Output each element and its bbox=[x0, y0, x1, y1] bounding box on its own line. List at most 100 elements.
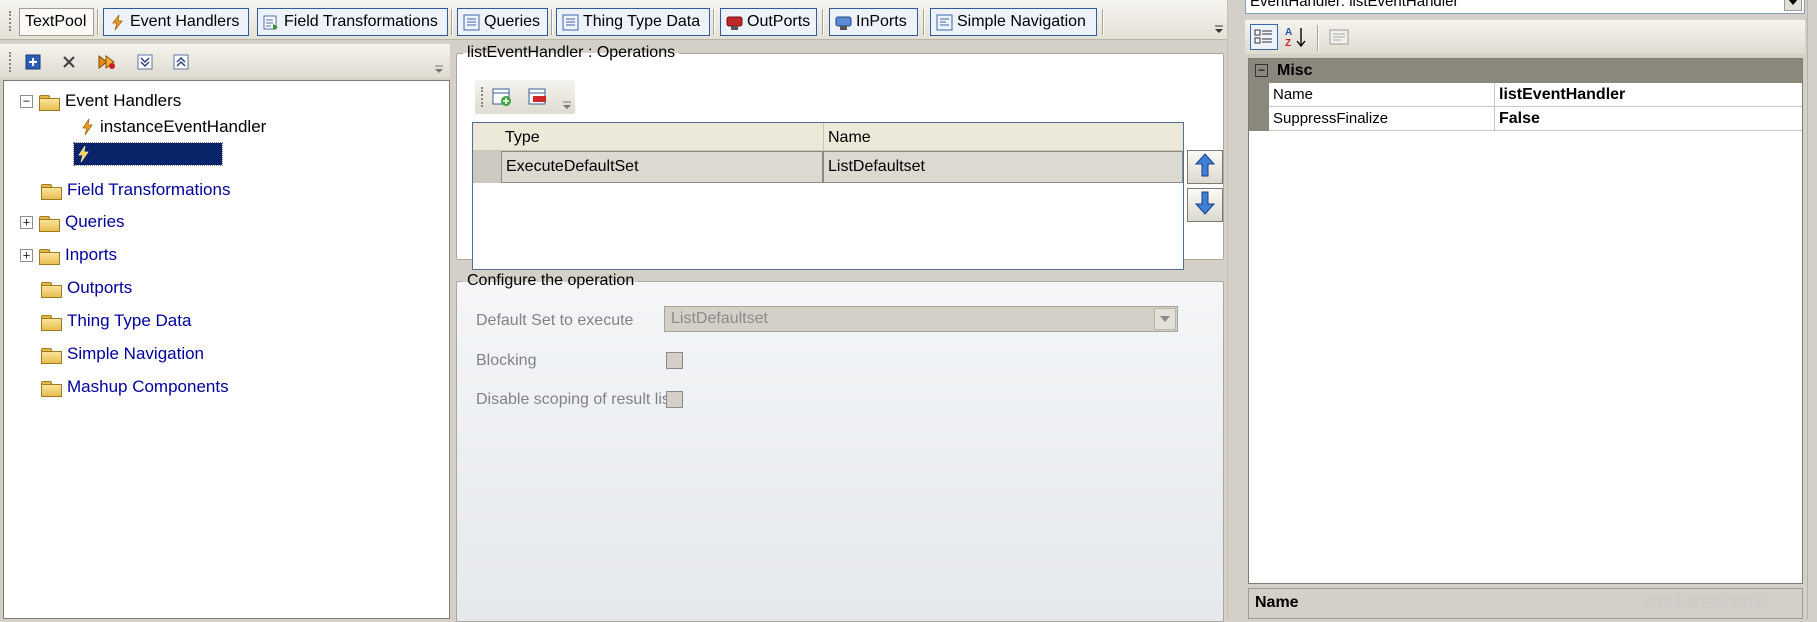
remove-operation-icon[interactable] bbox=[527, 86, 549, 108]
tree-node-instance-event-handler[interactable]: instanceEventHandler bbox=[80, 115, 266, 139]
property-row-suppress-finalize[interactable]: SuppressFinalize False bbox=[1249, 107, 1802, 131]
tree-node-mashup-components[interactable]: Mashup Components bbox=[41, 375, 229, 399]
run-icon[interactable] bbox=[96, 51, 118, 73]
toolbar-separator bbox=[1317, 25, 1319, 51]
toolbar-grip[interactable] bbox=[9, 52, 12, 72]
chevron-down-icon[interactable] bbox=[1154, 308, 1176, 330]
cell-name[interactable]: ListDefaultset bbox=[823, 151, 1183, 183]
outport-icon bbox=[726, 14, 743, 31]
disable-scoping-label: Disable scoping of result list bbox=[476, 391, 675, 408]
tab-inports[interactable]: InPorts bbox=[829, 8, 918, 36]
lightning-icon bbox=[109, 14, 126, 31]
folder-icon bbox=[41, 314, 62, 331]
move-up-button[interactable] bbox=[1187, 150, 1223, 184]
add-icon[interactable] bbox=[22, 51, 44, 73]
tree-node-queries[interactable]: + Queries bbox=[20, 210, 125, 234]
property-description-pane: Name @稀土掘金技术社区 bbox=[1248, 588, 1803, 619]
operations-toolbar bbox=[475, 80, 575, 114]
folder-icon bbox=[41, 380, 62, 397]
lightning-icon bbox=[80, 118, 94, 136]
column-header-type[interactable]: Type bbox=[501, 123, 821, 151]
configure-legend: Configure the operation bbox=[467, 272, 635, 289]
toolbar-separator bbox=[451, 9, 453, 35]
categorized-icon[interactable] bbox=[1250, 24, 1278, 50]
watermark: @稀土掘金技术社区 bbox=[1643, 594, 1770, 610]
table-row[interactable]: ExecuteDefaultSet ListDefaultset bbox=[473, 151, 1183, 183]
transform-icon bbox=[263, 14, 280, 31]
folder-icon bbox=[39, 248, 60, 265]
query-icon bbox=[463, 14, 480, 31]
lightning-icon bbox=[76, 145, 90, 163]
operations-table[interactable]: Type Name ExecuteDefaultSet ListDefaults… bbox=[472, 122, 1184, 270]
tree-node-event-handlers[interactable]: − Event Handlers bbox=[20, 89, 181, 113]
blocking-label: Blocking bbox=[476, 352, 537, 369]
cell-type[interactable]: ExecuteDefaultSet bbox=[501, 151, 823, 183]
tab-field-transformations[interactable]: Field Transformations bbox=[257, 8, 448, 36]
default-set-select[interactable]: ListDefaultset bbox=[664, 306, 1178, 332]
chevron-down-icon[interactable] bbox=[1784, 0, 1802, 11]
category-label: Misc bbox=[1277, 62, 1313, 79]
operations-legend: listEventHandler : Operations bbox=[467, 44, 676, 61]
tree-node-field-transformations[interactable]: Field Transformations bbox=[41, 178, 230, 202]
object-selector-combo[interactable]: EventHandler: listEventHandler bbox=[1245, 0, 1805, 14]
tree-view[interactable]: − Event Handlers instanceEventHandler li… bbox=[3, 80, 450, 619]
delete-icon[interactable] bbox=[58, 51, 80, 73]
row-margin bbox=[1249, 83, 1269, 107]
toolbar-separator bbox=[923, 9, 925, 35]
tree-node-label: Field Transformations bbox=[67, 180, 231, 199]
folder-icon bbox=[39, 215, 60, 232]
toolbar-grip[interactable] bbox=[9, 11, 12, 31]
property-panel: EventHandler: listEventHandler AZ − Misc… bbox=[1245, 0, 1817, 619]
tree-node-label: Simple Navigation bbox=[67, 344, 205, 363]
disable-scoping-checkbox[interactable] bbox=[666, 391, 683, 408]
property-pages-icon[interactable] bbox=[1325, 24, 1353, 50]
description-title: Name bbox=[1255, 594, 1299, 611]
tab-outports[interactable]: OutPorts bbox=[720, 8, 817, 36]
expand-toggle[interactable]: + bbox=[20, 215, 33, 229]
expand-toggle[interactable]: + bbox=[20, 248, 33, 262]
tree-node-thing-type-data[interactable]: Thing Type Data bbox=[41, 309, 191, 333]
tab-label: TextPool bbox=[25, 13, 87, 30]
blocking-checkbox[interactable] bbox=[666, 352, 683, 369]
collapse-toggle[interactable]: − bbox=[20, 94, 33, 108]
panel-splitter[interactable] bbox=[1227, 0, 1245, 619]
toolbar-separator bbox=[1102, 9, 1104, 35]
inport-icon bbox=[835, 14, 852, 31]
property-row-name[interactable]: Name listEventHandler bbox=[1249, 83, 1802, 107]
tab-simple-navigation[interactable]: Simple Navigation bbox=[930, 8, 1097, 36]
arrow-up-icon bbox=[1194, 152, 1216, 182]
tab-thing-type-data[interactable]: Thing Type Data bbox=[556, 8, 710, 36]
tree-node-outports[interactable]: Outports bbox=[41, 276, 132, 300]
toolbar-overflow-icon[interactable] bbox=[561, 98, 573, 110]
configure-operation-group: Configure the operation Default Set to e… bbox=[456, 272, 1224, 622]
toolbar-grip[interactable] bbox=[481, 87, 484, 107]
row-header[interactable] bbox=[473, 151, 501, 183]
property-value[interactable]: listEventHandler bbox=[1499, 83, 1799, 107]
tab-textpool[interactable]: TextPool bbox=[19, 8, 94, 36]
property-value[interactable]: False bbox=[1499, 107, 1799, 131]
default-set-value: ListDefaultset bbox=[671, 310, 768, 327]
property-grid[interactable]: − Misc Name listEventHandler SuppressFin… bbox=[1248, 58, 1803, 584]
toolbar-overflow-icon[interactable] bbox=[432, 62, 446, 76]
collapse-toggle[interactable]: − bbox=[1255, 64, 1268, 77]
property-name: Name bbox=[1273, 83, 1495, 107]
move-down-button[interactable] bbox=[1187, 188, 1223, 222]
top-toolbar: TextPool Event Handlers Field Transforma… bbox=[0, 0, 1234, 40]
tree-node-inports[interactable]: + Inports bbox=[20, 243, 117, 267]
tree-node-label: Inports bbox=[65, 245, 117, 264]
tree-node-simple-navigation[interactable]: Simple Navigation bbox=[41, 342, 204, 366]
alphabetical-sort-icon[interactable]: AZ bbox=[1282, 24, 1310, 50]
category-row-misc[interactable]: − Misc bbox=[1249, 59, 1802, 83]
column-header-name[interactable]: Name bbox=[823, 123, 1181, 151]
tab-event-handlers[interactable]: Event Handlers bbox=[103, 8, 249, 36]
operations-panel: listEventHandler : Operations Type Name … bbox=[451, 44, 1227, 622]
add-operation-icon[interactable] bbox=[491, 86, 513, 108]
toolbar-separator bbox=[713, 9, 715, 35]
svg-text:A: A bbox=[1285, 27, 1292, 38]
collapse-all-icon[interactable] bbox=[170, 51, 192, 73]
expand-all-icon[interactable] bbox=[134, 51, 156, 73]
tree-node-list-event-handler[interactable]: listEventHandler bbox=[73, 142, 223, 166]
tab-queries[interactable]: Queries bbox=[457, 8, 548, 36]
toolbar-overflow-icon[interactable] bbox=[1212, 22, 1226, 36]
toolbar-separator bbox=[97, 9, 99, 35]
